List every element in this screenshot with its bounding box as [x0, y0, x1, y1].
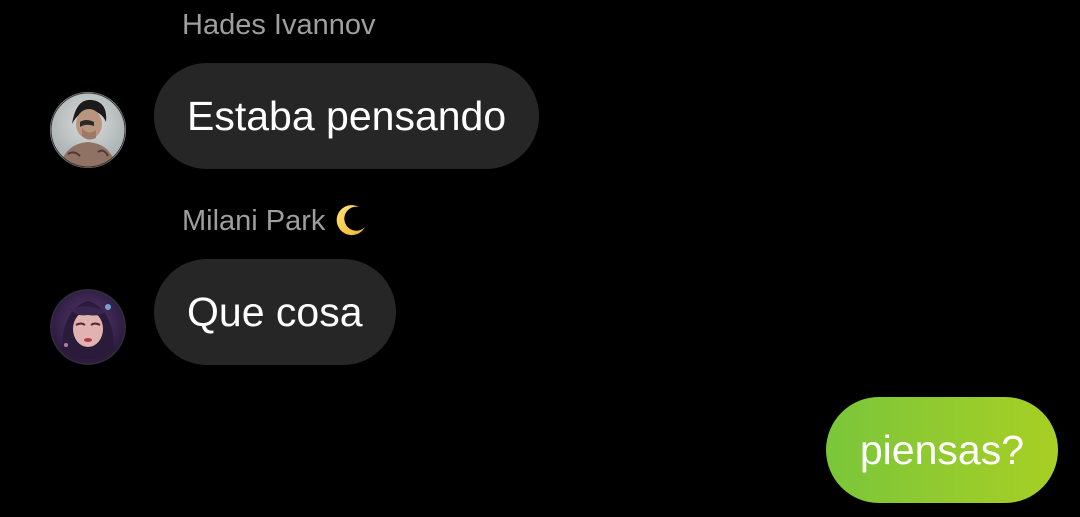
- crescent-moon-icon: [333, 203, 369, 239]
- sender-name-text: Milani Park: [182, 205, 326, 237]
- message-text: Estaba pensando: [187, 92, 507, 139]
- avatar[interactable]: [50, 289, 126, 365]
- sender-name: Hades Ivannov: [182, 8, 375, 42]
- message-text: piensas?: [859, 426, 1024, 473]
- avatar-hades-photo: [50, 92, 126, 168]
- sender-name-text: Hades Ivannov: [182, 9, 376, 41]
- message-bubble-outgoing[interactable]: piensas?: [825, 397, 1058, 503]
- avatar[interactable]: [50, 92, 126, 168]
- avatar-milani-photo: [50, 289, 126, 365]
- message-text: Que cosa: [187, 288, 363, 335]
- chat-thread: Hades Ivannov Estaba pensando Milani Par…: [0, 0, 1080, 517]
- message-bubble[interactable]: Estaba pensando: [154, 63, 540, 169]
- message-bubble[interactable]: Que cosa: [154, 259, 396, 365]
- sender-name: Milani Park: [182, 203, 369, 239]
